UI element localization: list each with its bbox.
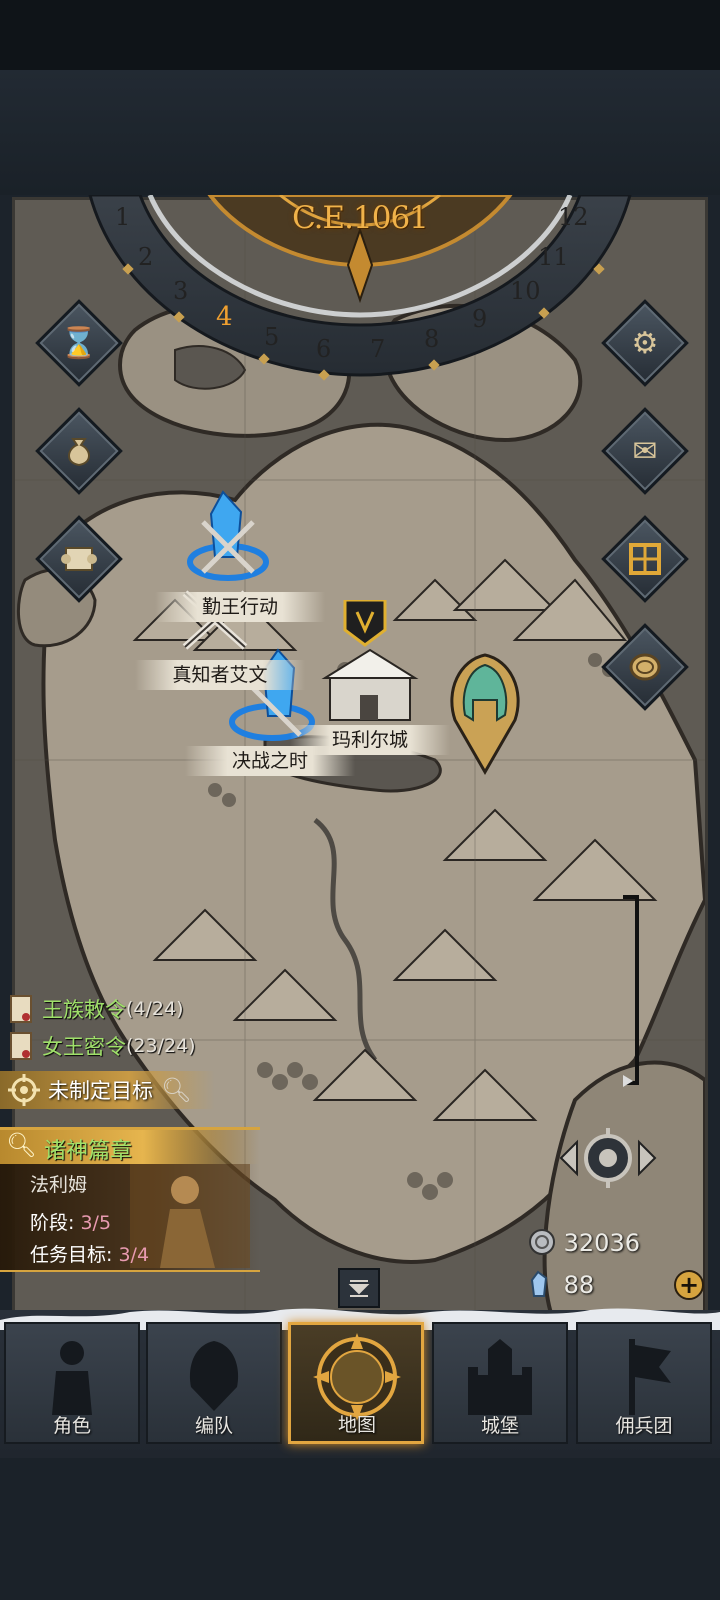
stage-progress: 阶段: 3/5 (30, 1208, 111, 1235)
scroll-icon (51, 531, 107, 587)
silver-currency: 32036 (528, 1228, 640, 1257)
tab-label: 地图 (337, 1414, 376, 1436)
map-label-battle-mid[interactable]: 真知者艾文 (135, 660, 305, 690)
silver-amount: 32036 (563, 1229, 640, 1257)
banner-icon (578, 1336, 710, 1416)
target-value: 3/4 (118, 1244, 150, 1266)
search-icon: 🔍︎ (6, 1131, 37, 1159)
hourglass-icon: ⌛ (60, 325, 98, 361)
tab-label: 城堡 (480, 1415, 519, 1437)
compass-icon (291, 1333, 423, 1421)
mail-icon: ✉ (632, 433, 658, 469)
tab-mercenary[interactable]: 佣兵团 (576, 1322, 712, 1444)
helmet-shield-icon (148, 1336, 280, 1416)
header-backdrop (0, 70, 720, 195)
battle-crystal-marker-top[interactable] (183, 482, 273, 592)
locate-button[interactable] (553, 1120, 663, 1196)
quest-count: (23/24) (126, 1035, 196, 1057)
stage-label: 阶段: (30, 1212, 75, 1234)
goal-label: 未制定目标 (48, 1079, 153, 1103)
stage-value: 3/5 (80, 1212, 112, 1234)
map-label-battle-top[interactable]: 勤王行动 (155, 592, 325, 622)
target-icon (0, 1071, 48, 1109)
add-currency-button[interactable]: + (674, 1270, 704, 1300)
map-label-castle[interactable]: 玛利尔城 (290, 725, 450, 755)
castle-icon (434, 1336, 566, 1416)
crystal-currency: 88 (528, 1270, 594, 1299)
tab-label: 佣兵团 (615, 1415, 673, 1437)
tab-map[interactable]: 地图 (288, 1322, 424, 1444)
search-icon[interactable]: 🔍︎ (161, 1076, 191, 1104)
castle-marker[interactable] (315, 600, 425, 730)
chapter-title: 诸神篇章 (44, 1139, 133, 1164)
knight-icon (6, 1336, 138, 1416)
chapter-panel[interactable]: 🔍︎ 诸神篇章 法利姆 阶段: 3/5 任务目标: 3/4 (0, 1127, 260, 1272)
bottom-backdrop (0, 1458, 720, 1600)
coin-icon (617, 639, 673, 695)
player-helmet-marker[interactable] (445, 650, 525, 780)
target-progress: 任务目标: 3/4 (30, 1240, 149, 1267)
quest-item-royal-decree[interactable]: 王族敕令 (4/24) (0, 990, 184, 1028)
current-year: C.E.1061 (292, 200, 429, 236)
crystal-icon (530, 1270, 548, 1297)
chevron-down-icon (348, 1280, 370, 1297)
quest-item-queen-order[interactable]: 女王密令 (23/24) (0, 1027, 196, 1065)
sealed-letter-icon (0, 1027, 42, 1065)
goal-row[interactable]: 未制定目标 🔍︎ (0, 1071, 215, 1109)
gear-icon: ⚙ (631, 325, 659, 361)
tab-character[interactable]: 角色 (4, 1322, 140, 1444)
quest-title: 女王密令 (42, 1035, 126, 1059)
scroll-icon (0, 990, 42, 1028)
chapter-header: 🔍︎ 诸神篇章 (0, 1130, 260, 1164)
map-scroll-indicator[interactable] (615, 893, 645, 1093)
target-label: 任务目标: (30, 1244, 113, 1266)
quest-title: 王族敕令 (42, 998, 126, 1022)
tab-formation[interactable]: 编队 (146, 1322, 282, 1444)
silver-coin-icon (529, 1229, 555, 1255)
status-bar-area (0, 0, 720, 70)
money-bag-icon (51, 423, 107, 479)
tab-label: 编队 (194, 1415, 233, 1437)
quest-count: (4/24) (126, 998, 184, 1020)
crystal-amount: 88 (563, 1271, 595, 1299)
hero-name: 法利姆 (30, 1174, 88, 1196)
tab-label: 角色 (52, 1415, 91, 1437)
grid-window-icon (617, 531, 673, 587)
tab-castle[interactable]: 城堡 (432, 1322, 568, 1444)
